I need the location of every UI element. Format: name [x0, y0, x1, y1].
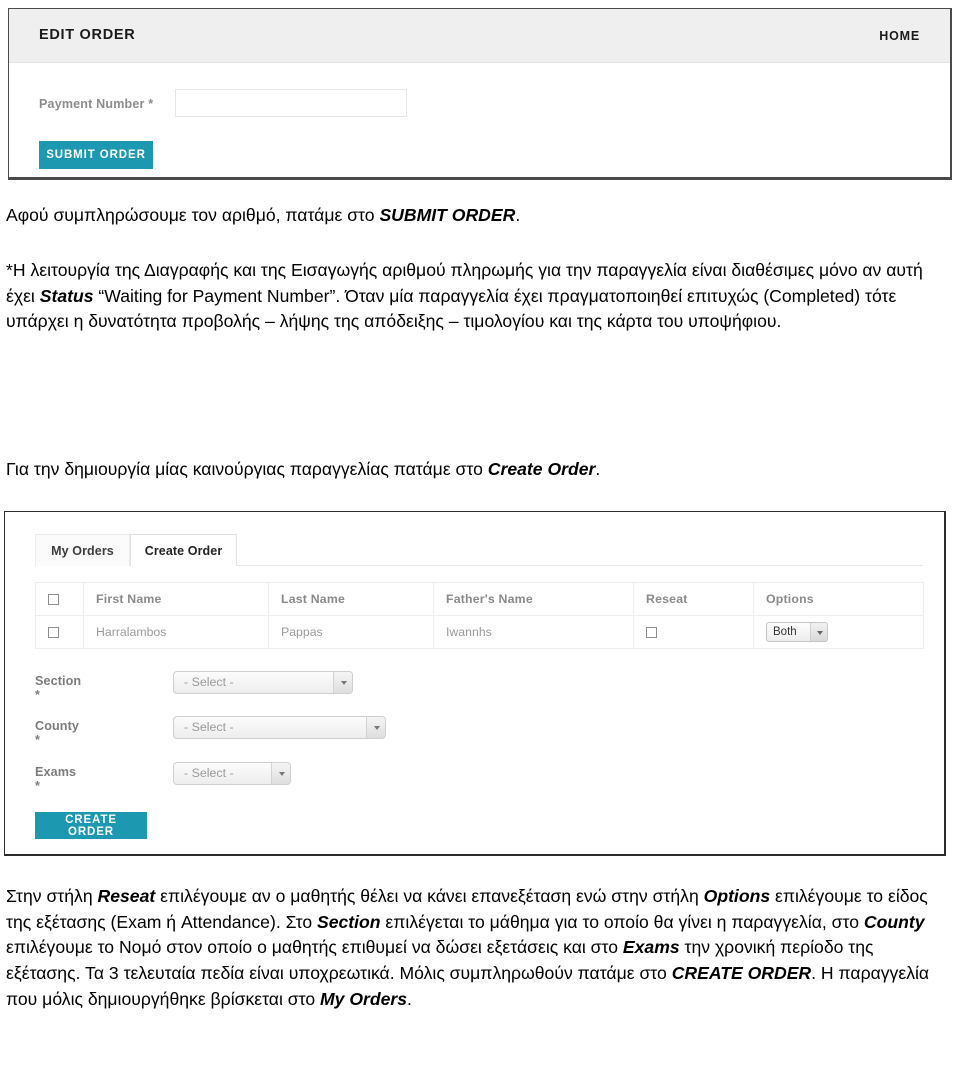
cell-first-name: Harralambos [83, 615, 269, 649]
select-all-header [35, 582, 84, 616]
cell-reseat [633, 615, 754, 649]
p4-bold2: Options [703, 886, 771, 906]
tabstrip: My Orders Create Order [35, 534, 915, 566]
p4-seg8: . [407, 988, 412, 1009]
exams-select-value: - Select - [184, 766, 234, 780]
page-title: EDIT ORDER [39, 27, 136, 43]
p3-lead: Για την δημιουργία μίας καινούργιας παρα… [6, 459, 488, 479]
p4-bold7: My Orders [320, 988, 408, 1009]
row-select-cell [35, 615, 84, 649]
p4-seg4: επιλέγεται το μάθημα για το οποίο θα γίν… [380, 911, 864, 932]
paragraph-create-order: Για την δημιουργία μίας καινούργιας παρα… [6, 457, 936, 483]
chevron-down-icon [333, 672, 352, 693]
p4-bold5: Exams [622, 937, 680, 958]
p4-bold4: County [863, 911, 925, 932]
table-row: Harralambos Pappas Iwannhs Both [35, 615, 924, 649]
county-label: County * [35, 719, 79, 747]
options-select-value: Both [773, 626, 797, 638]
p3-tail: . [595, 459, 601, 479]
p4-bold6: CREATE ORDER [671, 963, 812, 984]
edit-order-screenshot: EDIT ORDER HOME Payment Number * SUBMIT … [8, 8, 952, 180]
section-select-value: - Select - [184, 675, 234, 689]
p3-bold: Create Order [487, 459, 596, 479]
candidates-table: First Name Last Name Father's Name Resea… [35, 582, 924, 649]
app-header-bar [9, 9, 950, 63]
tab-my-orders[interactable]: My Orders [35, 534, 130, 566]
exams-label: Exams * [35, 765, 77, 793]
p1-tail: . [515, 205, 521, 225]
chevron-down-icon [366, 717, 385, 738]
paragraph-fields-explained: Στην στήλη Reseat επιλέγουμε αν ο μαθητή… [6, 884, 930, 1012]
payment-number-input[interactable] [175, 89, 407, 117]
p4-bold3: Section [317, 911, 381, 932]
chevron-down-icon [810, 623, 827, 641]
row-select-checkbox[interactable] [48, 627, 59, 639]
cell-last-name: Pappas [268, 615, 434, 649]
section-select[interactable]: - Select - [173, 671, 353, 694]
create-order-button[interactable]: CREATE ORDER [35, 812, 147, 839]
cell-options: Both [753, 615, 924, 649]
header-reseat: Reseat [633, 582, 754, 616]
p4-seg2: επιλέγουμε αν ο μαθητής θέλει να κάνει ε… [155, 886, 704, 906]
home-link[interactable]: HOME [879, 29, 920, 43]
payment-number-label: Payment Number * [39, 97, 154, 111]
cell-fathers-name: Iwannhs [433, 615, 634, 649]
table-header-row: First Name Last Name Father's Name Resea… [35, 582, 924, 616]
submit-order-button[interactable]: SUBMIT ORDER [39, 141, 153, 169]
options-select[interactable]: Both [766, 622, 828, 642]
header-last-name: Last Name [268, 582, 434, 616]
p4-seg5: επιλέγουμε το Νομό στον οποίο ο μαθητής … [6, 937, 623, 958]
section-label: Section * [35, 674, 82, 702]
p2-bold1: Status [39, 285, 94, 306]
exams-select[interactable]: - Select - [173, 762, 291, 785]
header-fathers-name: Father's Name [433, 582, 634, 616]
create-order-screenshot: My Orders Create Order First Name Last N… [4, 511, 946, 856]
paragraph-status-note: *Η λειτουργία της Διαγραφής και της Εισα… [6, 258, 926, 335]
document-page: EDIT ORDER HOME Payment Number * SUBMIT … [0, 0, 960, 1069]
p2-seg2: “Waiting for Payment Number”. Όταν μία π… [6, 285, 897, 332]
header-first-name: First Name [83, 582, 269, 616]
p4-bold1: Reseat [97, 886, 156, 906]
p4-seg1: Στην στήλη [6, 886, 98, 906]
chevron-down-icon [271, 763, 290, 784]
county-select[interactable]: - Select - [173, 716, 386, 739]
reseat-checkbox[interactable] [646, 627, 657, 639]
county-select-value: - Select - [184, 720, 234, 734]
paragraph-submit-order: Αφού συμπληρώσουμε τον αριθμό, πατάμε στ… [6, 203, 936, 229]
header-options: Options [753, 582, 924, 616]
p1-lead: Αφού συμπληρώσουμε τον αριθμό, πατάμε στ… [6, 205, 380, 225]
p1-bold: SUBMIT ORDER [379, 205, 516, 225]
tab-create-order[interactable]: Create Order [130, 534, 237, 566]
select-all-checkbox[interactable] [48, 594, 59, 606]
